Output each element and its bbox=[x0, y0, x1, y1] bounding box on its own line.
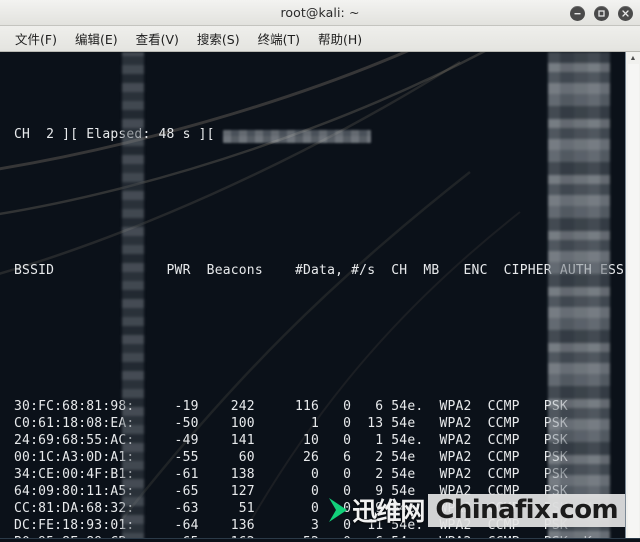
scroll-up-icon[interactable]: ▲ bbox=[626, 52, 640, 64]
terminal-area: CH 2 ][ Elapsed: 48 s ][ BSSID PWR Beaco… bbox=[0, 52, 640, 542]
terminal-output[interactable]: CH 2 ][ Elapsed: 48 s ][ BSSID PWR Beaco… bbox=[0, 52, 625, 542]
title-bar[interactable]: root@kali: ~ bbox=[0, 0, 640, 26]
spacer-line-2 bbox=[6, 313, 625, 330]
table-row: 34:CE:00:4F:B1: -61 138 0 0 2 54e WPA2 C… bbox=[6, 467, 584, 482]
close-button[interactable] bbox=[618, 5, 633, 21]
close-icon bbox=[622, 9, 629, 17]
airodump-status-line: CH 2 ][ Elapsed: 48 s ][ bbox=[6, 126, 625, 143]
table-header: BSSID PWR Beacons #Data, #/s CH MB ENC C… bbox=[6, 263, 625, 278]
minimize-button[interactable] bbox=[570, 5, 585, 21]
menu-view[interactable]: 查看(V) bbox=[127, 27, 188, 50]
menu-help[interactable]: 帮助(H) bbox=[309, 27, 371, 50]
minimize-icon bbox=[574, 12, 581, 14]
window-bottom-edge bbox=[0, 538, 640, 542]
redacted-datetime bbox=[222, 130, 371, 143]
menu-edit[interactable]: 编辑(E) bbox=[66, 27, 127, 50]
menu-terminal[interactable]: 终端(T) bbox=[249, 27, 309, 50]
table-row: 00:1C:A3:0D:A1: -55 60 26 6 2 54e WPA2 C… bbox=[6, 450, 584, 465]
terminal-window: root@kali: ~ 文件(F) 编辑(E) 查看(V) 搜索(S) 终端(… bbox=[0, 0, 640, 542]
maximize-button[interactable] bbox=[594, 5, 609, 21]
maximize-icon bbox=[598, 9, 605, 17]
table-row: CC:81:DA:68:32: -63 51 0 0 9 54e WPA2 CC… bbox=[6, 501, 592, 516]
table-row: 24:69:68:55:AC: -49 141 10 0 1 54e. WPA2… bbox=[6, 433, 584, 448]
window-controls bbox=[570, 0, 633, 26]
menu-search[interactable]: 搜索(S) bbox=[188, 27, 249, 50]
table-row: C0:61:18:08:EA: -50 100 1 0 13 54e WPA2 … bbox=[6, 416, 584, 431]
terminal-scrollbar[interactable]: ▲ bbox=[625, 52, 640, 542]
table-row: 30:FC:68:81:98: -19 242 116 0 6 54e. WPA… bbox=[6, 399, 584, 414]
table-row: DC:FE:18:93:01: -64 136 3 0 11 54e. WPA2… bbox=[6, 518, 584, 533]
window-title: root@kali: ~ bbox=[280, 5, 360, 20]
scrollbar-track[interactable] bbox=[627, 64, 639, 542]
status-line-text: CH 2 ][ Elapsed: 48 s ][ bbox=[6, 127, 223, 142]
table-row: 64:09:80:11:A5: -65 127 0 0 9 54e WPA2 C… bbox=[6, 484, 584, 499]
network-table: 30:FC:68:81:98: -19 242 116 0 6 54e. WPA… bbox=[6, 398, 625, 542]
menu-file[interactable]: 文件(F) bbox=[6, 27, 66, 50]
terminal-text: CH 2 ][ Elapsed: 48 s ][ BSSID PWR Beaco… bbox=[0, 52, 625, 542]
menu-bar: 文件(F) 编辑(E) 查看(V) 搜索(S) 终端(T) 帮助(H) bbox=[0, 26, 640, 52]
